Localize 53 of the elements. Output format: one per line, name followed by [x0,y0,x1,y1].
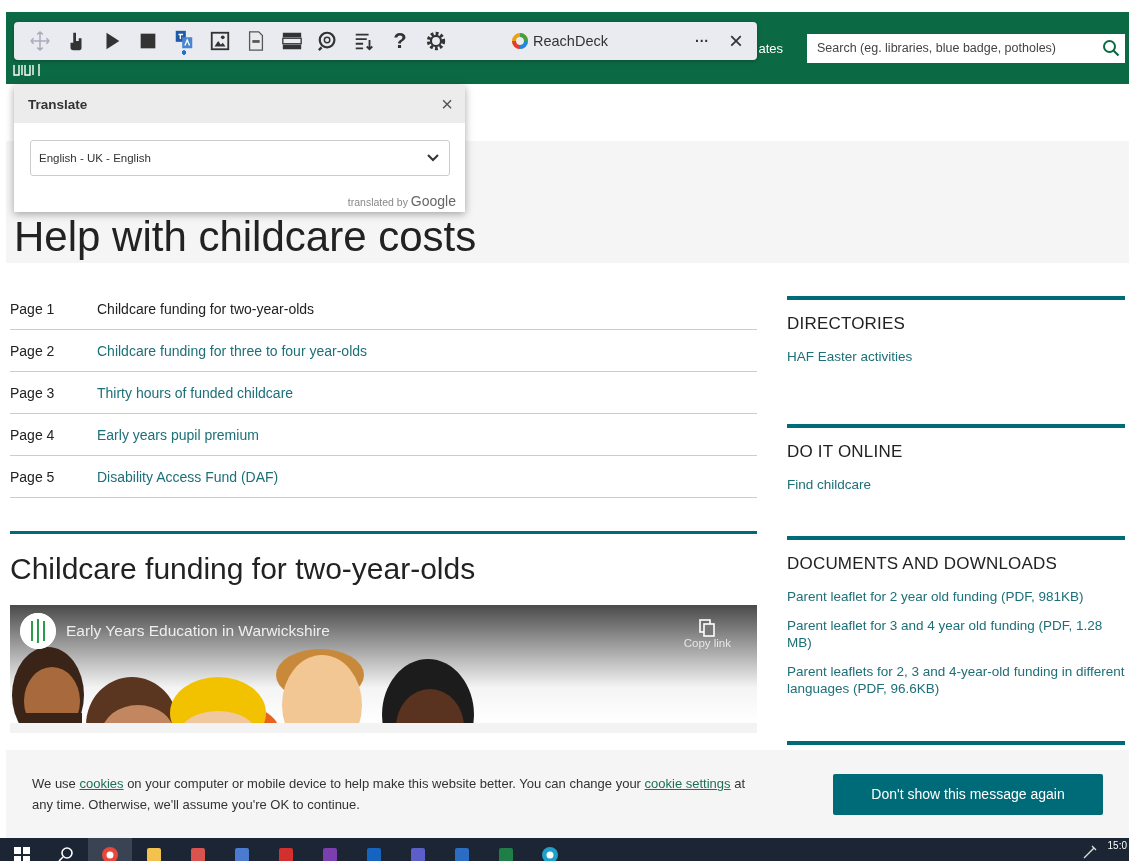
panel-title: Translate [28,96,88,112]
cookie-link[interactable]: cookies [79,776,124,791]
section-heading: DO IT ONLINE [787,442,904,462]
close-button[interactable]: × [729,27,743,55]
page-title: Help with childcare costs [14,215,477,259]
section-title: Childcare funding for two-year-olds [10,552,477,586]
language-dropdown[interactable]: English - UK - English [30,140,450,176]
close-button[interactable]: × [441,92,453,116]
sidebar-link[interactable]: Parent leaflet for 2 year old funding (PDF, 981KB) [787,588,1125,605]
help-button[interactable]: ? [382,24,418,58]
ring-logo-icon [512,33,528,49]
browser-icon [540,844,560,861]
settings-icon [425,30,447,52]
search-field[interactable]: Search (eg. libraries, blue badge, potholes) [807,33,1097,63]
taskbar-button[interactable] [88,838,132,861]
page-link[interactable]: Thirty hours of funded childcare [97,384,294,401]
cookie-link[interactable]: cookie settings [644,776,731,791]
logo-icon[interactable] [13,63,41,77]
clock: 15:0 [1107,840,1127,851]
page-link[interactable]: Childcare funding for three to four year-olds [97,342,368,359]
page-link[interactable]: Disability Access Fund (DAF) [97,468,279,485]
section-heading: DIRECTORIES [787,314,907,334]
start-icon [12,844,32,861]
more-button[interactable]: ··· [689,32,715,50]
sidebar-link[interactable]: Parent leaflet for 3 and 4 year old funding (PDF, 1.28 MB) [787,617,1125,651]
search-button[interactable] [1097,33,1125,63]
page-number: Page 5 [10,468,56,485]
page-number: Page 3 [10,384,56,401]
search-icon [1102,39,1120,57]
nav-link[interactable]: ates [758,40,783,56]
sidebar-link[interactable]: HAF Easter activities [787,348,1125,365]
search-icon [56,844,76,861]
brand-name: ReachDeck [533,33,608,49]
current-page-title: Childcare funding for two-year-olds [97,300,315,317]
sidebar-link[interactable]: Parent leaflets for 2, 3 and 4-year-old funding in different languages (PDF, 96.6KB) [787,663,1125,697]
page-number: Page 2 [10,342,56,359]
dismiss-button[interactable]: Don't show this message again [833,773,1103,815]
translate-icon [173,28,195,51]
picture-icon [209,30,231,52]
page-number: Page 4 [10,426,56,443]
copy-icon[interactable] [699,619,716,637]
cookie-message: We use cookies on your computer or mobile device to help make this website better. You can change your cookie settings at any time. Otherwise, we'll assume you're OK to continue. [32,775,747,814]
browser-icon [100,844,120,861]
screen-mask-icon [281,30,303,52]
video-title[interactable]: Early Years Education in Warwickshire [66,622,330,640]
chevron-icon [427,154,439,162]
translation-credit: translated by Google [346,193,456,209]
section-heading: DOCUMENTS AND DOWNLOADS [787,554,1058,574]
page-number: Page 1 [10,300,56,317]
pen-icon[interactable] [1081,844,1098,860]
page-link[interactable]: Early years pupil premium [97,426,259,443]
move-icon [29,30,51,52]
sidebar-link[interactable]: Find childcare [787,476,1125,493]
